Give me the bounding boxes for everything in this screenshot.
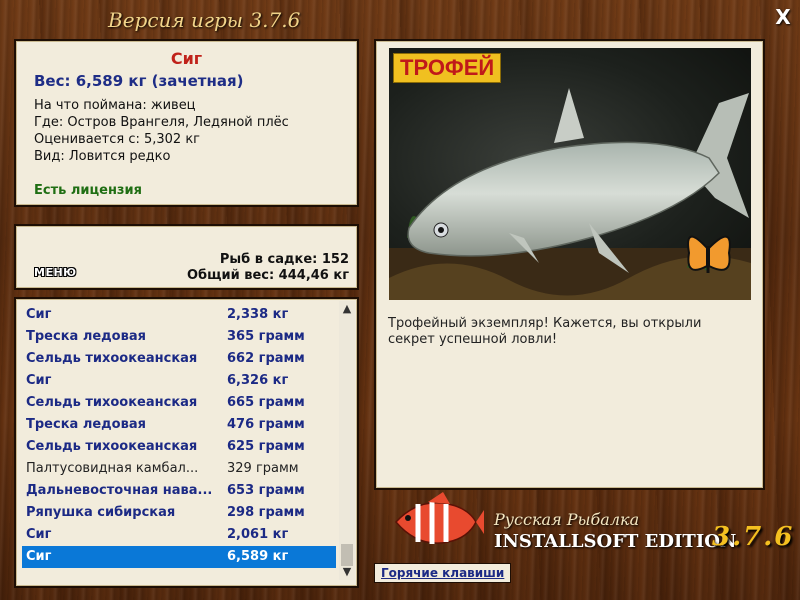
catch-info-panel: Сиг Вес: 6,589 кг (зачетная) На что пойм… — [14, 39, 359, 207]
catch-fish-name: Сиг — [26, 549, 52, 564]
catch-fish-weight: 2,338 кг — [227, 307, 289, 322]
catch-fish-weight: 662 грамм — [227, 351, 305, 366]
table-row[interactable]: Дальневосточная нава... 653 грамм — [22, 480, 336, 502]
catch-fish-weight: 2,061 кг — [227, 527, 289, 542]
window-title: Версия игры 3.7.6 — [108, 8, 301, 32]
table-row[interactable]: Сельдь тихоокеанская 662 грамм — [22, 348, 336, 370]
fish-count: Рыб в садке: 152 — [219, 252, 349, 267]
catch-fish-weight: 298 грамм — [227, 505, 305, 520]
table-row[interactable]: Сиг 2,061 кг — [22, 524, 336, 546]
dorsal-fin — [554, 88, 584, 143]
table-row[interactable]: Сиг 6,326 кг — [22, 370, 336, 392]
stats-panel: МЕНЮ Рыб в садке: 152 Общий вес: 444,46 … — [14, 224, 359, 290]
logo-fish-icon — [395, 492, 484, 544]
scrollbar[interactable]: ▲ ▼ — [339, 301, 355, 580]
total-weight: Общий вес: 444,46 кг — [186, 268, 349, 283]
table-row[interactable]: Палтусовидная камбал... 329 грамм — [22, 458, 336, 480]
catch-fish-weight: 329 грамм — [227, 461, 299, 476]
catch-fish-weight: 6,326 кг — [227, 373, 289, 388]
catch-fish-weight: 625 грамм — [227, 439, 305, 454]
catch-fish-name: Сельдь тихоокеанская — [26, 439, 198, 454]
catch-details: На что поймана: живец Где: Остров Вранге… — [34, 97, 289, 165]
brand-version: 3.7.6 — [712, 522, 795, 552]
fish-illustration — [389, 88, 751, 300]
close-button[interactable]: X — [772, 6, 794, 28]
table-row[interactable]: Сиг 6,589 кг — [22, 546, 336, 568]
scroll-up-icon[interactable]: ▲ — [339, 301, 355, 317]
brand-name: Русская Рыбалка — [494, 510, 640, 529]
license-status: Есть лицензия — [34, 183, 142, 198]
bait-line: На что поймана: живец — [34, 98, 196, 113]
trophy-badge: ТРОФЕЙ — [393, 53, 502, 83]
catch-fish-weight: 665 грамм — [227, 395, 305, 410]
menu-button[interactable]: МЕНЮ — [34, 266, 77, 279]
catch-fish-weight: 653 грамм — [227, 483, 305, 498]
catch-fish-name: Ряпушка сибирская — [26, 505, 176, 520]
catch-fish-weight: 6,589 кг — [227, 549, 289, 564]
catch-fish-name: Сельдь тихоокеанская — [26, 351, 198, 366]
catch-list[interactable]: Сиг 2,338 кг Треска ледовая 365 грамм Сельдь… — [14, 297, 359, 588]
brand-edition: INSTALLSOFT EDITION — [494, 531, 737, 552]
catch-fish-name: Треска ледовая — [26, 329, 146, 344]
catch-fish-weight: 476 грамм — [227, 417, 305, 432]
butterfly-icon — [687, 235, 731, 273]
catch-fish-weight: 365 грамм — [227, 329, 305, 344]
trophy-panel: ТРОФЕЙ Трофейный экземпляр! Кажется, вы … — [374, 39, 765, 490]
catch-fish-name: Сиг — [26, 307, 52, 322]
table-row[interactable]: Треска ледовая 476 грамм — [22, 414, 336, 436]
hotkeys-link[interactable]: Горячие клавиши — [374, 563, 512, 583]
catch-fish-name: Треска ледовая — [26, 417, 146, 432]
catch-fish-name: Сиг — [26, 373, 52, 388]
fish-photo: ТРОФЕЙ — [389, 48, 751, 300]
fish-weight: Вес: 6,589 кг (зачетная) — [34, 72, 244, 90]
catch-fish-name: Дальневосточная нава... — [26, 483, 213, 498]
rarity-line: Вид: Ловится редко — [34, 149, 171, 164]
table-row[interactable]: Треска ледовая 365 грамм — [22, 326, 336, 348]
catch-rows: Сиг 2,338 кг Треска ледовая 365 грамм Сельдь… — [22, 304, 336, 568]
table-row[interactable]: Сиг 2,338 кг — [22, 304, 336, 326]
fish-body — [407, 141, 720, 257]
location-line: Где: Остров Врангеля, Ледяной плёс — [34, 115, 289, 130]
table-row[interactable]: Ряпушка сибирская 298 грамм — [22, 502, 336, 524]
table-row[interactable]: Сельдь тихоокеанская 625 грамм — [22, 436, 336, 458]
catch-fish-name: Сиг — [26, 527, 52, 542]
valuation-line: Оценивается с: 5,302 кг — [34, 132, 201, 147]
catch-fish-name: Палтусовидная камбал... — [26, 461, 199, 476]
scroll-down-icon[interactable]: ▼ — [339, 564, 355, 580]
table-row[interactable]: Сельдь тихоокеанская 665 грамм — [22, 392, 336, 414]
catch-fish-name: Сельдь тихоокеанская — [26, 395, 198, 410]
scroll-thumb[interactable] — [341, 544, 353, 566]
fish-name: Сиг — [170, 49, 203, 68]
trophy-message: Трофейный экземпляр! Кажется, вы открыли… — [388, 316, 702, 347]
